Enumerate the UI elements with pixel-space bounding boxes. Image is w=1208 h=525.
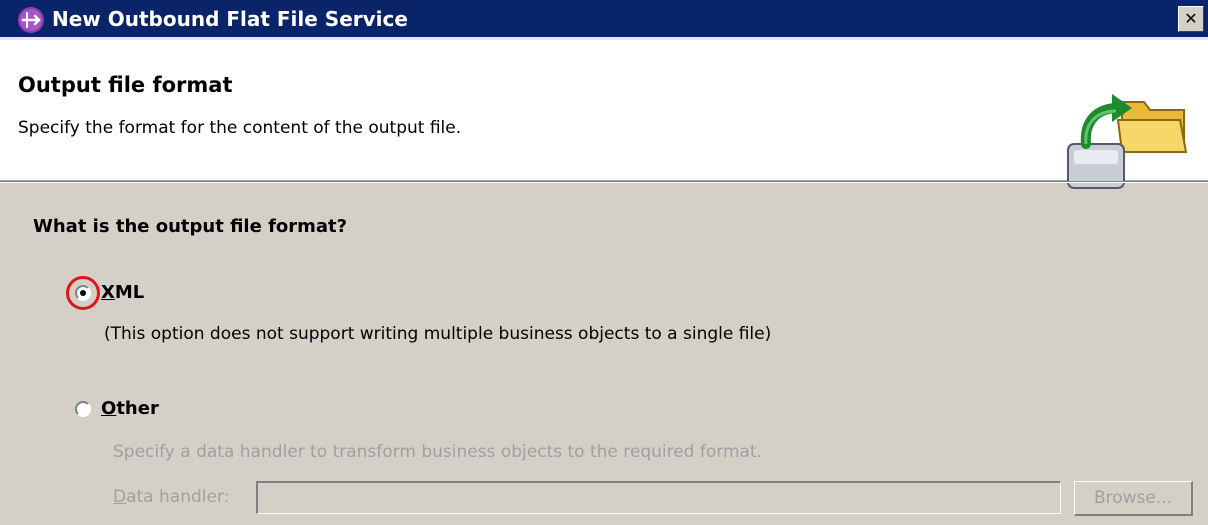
page-title: Output file format xyxy=(18,73,233,97)
data-handler-input[interactable] xyxy=(256,481,1061,514)
xml-option-label[interactable]: XML xyxy=(101,282,144,303)
data-handler-mnemonic: D xyxy=(113,487,127,507)
other-radio[interactable] xyxy=(75,401,91,417)
page-description: Specify the format for the content of th… xyxy=(18,118,462,138)
close-icon: ✕ xyxy=(1184,9,1198,28)
other-option-description: Specify a data handler to transform busi… xyxy=(113,442,762,462)
xml-option-description: (This option does not support writing mu… xyxy=(104,324,772,344)
other-label-rest: ther xyxy=(116,398,159,419)
title-bar[interactable]: New Outbound Flat File Service ✕ xyxy=(0,0,1208,40)
xml-label-rest: ML xyxy=(114,282,145,303)
export-to-folder-icon xyxy=(1067,94,1188,189)
close-button[interactable]: ✕ xyxy=(1178,6,1204,32)
wizard-app-icon xyxy=(18,7,44,33)
other-option-label[interactable]: Other xyxy=(101,398,159,419)
radio-selected-dot xyxy=(80,290,86,296)
xml-mnemonic: X xyxy=(101,282,115,303)
xml-radio[interactable] xyxy=(75,285,91,301)
wizard-dialog: New Outbound Flat File Service ✕ Output … xyxy=(0,0,1208,525)
window-title: New Outbound Flat File Service xyxy=(52,7,408,31)
other-mnemonic: O xyxy=(101,398,117,419)
data-handler-label: Data handler: xyxy=(113,487,229,507)
header-separator xyxy=(0,181,1208,183)
wizard-header: Output file format Specify the format fo… xyxy=(0,40,1208,189)
data-handler-label-rest: ata handler: xyxy=(126,487,230,507)
format-question: What is the output file format? xyxy=(33,216,348,237)
browse-button[interactable]: Browse... xyxy=(1074,481,1193,516)
